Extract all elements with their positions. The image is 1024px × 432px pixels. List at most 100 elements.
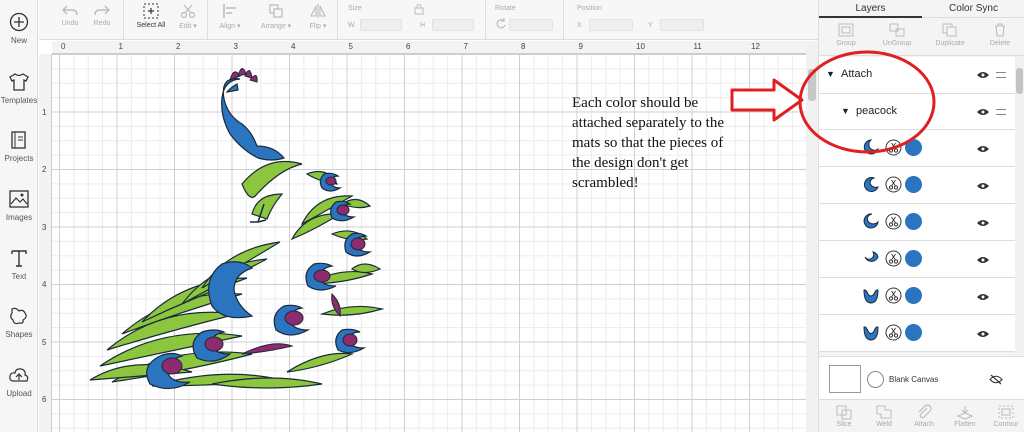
eye-icon[interactable]: [977, 256, 989, 264]
sidebar-item-new[interactable]: New: [0, 12, 38, 45]
layer-color-swatch[interactable]: [905, 324, 922, 341]
sidebar-item-images[interactable]: Images: [0, 189, 38, 222]
layer-color-swatch[interactable]: [905, 287, 922, 304]
ruler-top-label: 10: [636, 42, 645, 51]
layer-shape-thumbnail: [864, 251, 879, 262]
lock-icon[interactable]: [413, 3, 425, 15]
panel-scrollbar[interactable]: [1015, 56, 1024, 356]
tab-color-sync[interactable]: Color Sync: [922, 0, 1024, 18]
edit-button[interactable]: Edit ▾: [174, 2, 202, 30]
projects-icon: [11, 131, 26, 149]
chevron-down-icon: ▾: [237, 23, 241, 30]
cut-operation-icon[interactable]: [885, 324, 902, 341]
ungroup-icon: [889, 23, 905, 37]
flip-button[interactable]: Flip ▾: [304, 2, 332, 30]
eye-icon[interactable]: [977, 71, 989, 79]
redo-button[interactable]: Redo: [89, 2, 115, 27]
undo-button[interactable]: Undo: [57, 2, 83, 27]
ungroup-label: UnGroup: [882, 40, 912, 47]
canvas-color-picker[interactable]: [867, 371, 884, 388]
eye-icon[interactable]: [977, 145, 989, 153]
drag-handle-icon[interactable]: [996, 109, 1006, 115]
layer-row[interactable]: [819, 204, 1015, 241]
contour-button[interactable]: Contour: [989, 404, 1023, 428]
canvas-swatch[interactable]: [829, 365, 861, 393]
rotate-input[interactable]: [509, 19, 553, 31]
chevron-down-icon: ▾: [193, 23, 197, 30]
image-icon: [9, 190, 29, 208]
eye-icon[interactable]: [977, 293, 989, 301]
sidebar-item-templates[interactable]: Templates: [0, 72, 38, 105]
eye-icon[interactable]: [977, 108, 989, 116]
ruler-top-label: 8: [521, 42, 526, 51]
layer-row[interactable]: [819, 167, 1015, 204]
drag-handle-icon[interactable]: [996, 72, 1006, 78]
y-input[interactable]: [660, 19, 704, 31]
toolbar-separator: [123, 0, 124, 40]
plus-circle-icon: [9, 12, 29, 32]
width-input[interactable]: [360, 19, 402, 31]
ruler-top-label: 7: [463, 42, 468, 51]
weld-icon: [876, 405, 892, 419]
group-button[interactable]: Group: [829, 22, 863, 47]
sidebar-label-new: New: [10, 36, 27, 45]
slice-button[interactable]: Slice: [829, 404, 859, 428]
arrange-label: Arrange: [260, 23, 286, 30]
layer-color-swatch[interactable]: [905, 213, 922, 230]
x-input[interactable]: [589, 19, 633, 31]
arrange-button[interactable]: Arrange ▾: [254, 2, 298, 30]
eye-icon[interactable]: [977, 330, 989, 338]
rotate-label: Rotate: [495, 5, 516, 12]
undo-label: Undo: [61, 20, 79, 27]
cut-operation-icon[interactable]: [885, 287, 902, 304]
scissors-icon: [180, 4, 196, 19]
delete-button[interactable]: Delete: [983, 22, 1017, 47]
layer-row[interactable]: [819, 315, 1015, 352]
redo-label: Redo: [93, 20, 111, 27]
ungroup-button[interactable]: UnGroup: [877, 22, 917, 47]
blank-canvas-row[interactable]: Blank Canvas: [819, 356, 1024, 400]
panel-tabs: Layers Color Sync: [819, 0, 1024, 18]
sidebar-label-text: Text: [11, 272, 27, 281]
scrollbar-thumb[interactable]: [1016, 68, 1023, 94]
duplicate-button[interactable]: Duplicate: [929, 22, 971, 47]
layer-row[interactable]: [819, 278, 1015, 315]
blank-canvas-label: Blank Canvas: [889, 375, 939, 384]
cut-operation-icon[interactable]: [885, 213, 902, 230]
flip-label: Flip: [309, 23, 321, 30]
sidebar-item-shapes[interactable]: Shapes: [0, 306, 38, 339]
tab-layers[interactable]: Layers: [819, 0, 922, 18]
ruler-top-label: 9: [578, 42, 583, 51]
layer-row[interactable]: [819, 241, 1015, 278]
ruler-top-label: 1: [118, 42, 123, 51]
layer-color-swatch[interactable]: [905, 250, 922, 267]
bottom-tools: Slice Weld Attach Flatten Contour: [819, 400, 1024, 432]
sidebar-label-shapes: Shapes: [5, 330, 33, 339]
eye-hidden-icon[interactable]: [989, 374, 1003, 385]
weld-button[interactable]: Weld: [869, 404, 899, 428]
layer-color-swatch[interactable]: [905, 176, 922, 193]
eye-icon[interactable]: [977, 219, 989, 227]
ruler-top-label: 2: [176, 42, 181, 51]
sidebar-item-text[interactable]: Text: [0, 248, 38, 281]
toolbar-separator: [563, 0, 564, 40]
align-button[interactable]: Align ▾: [215, 2, 245, 30]
flatten-button[interactable]: Flatten: [949, 404, 981, 428]
ruler-top-label: 11: [693, 42, 702, 51]
duplicate-icon: [942, 23, 957, 37]
eye-icon[interactable]: [977, 182, 989, 190]
cut-operation-icon[interactable]: [885, 250, 902, 267]
layer-shape-thumbnail: [863, 289, 879, 304]
x-label: X: [577, 22, 582, 29]
ruler-top-label: 5: [348, 42, 353, 51]
layer-shape-thumbnail: [863, 177, 879, 193]
cut-operation-icon[interactable]: [885, 176, 902, 193]
attach-button[interactable]: Attach: [909, 404, 939, 428]
cloud-upload-icon: [9, 368, 29, 382]
sidebar-item-upload[interactable]: Upload: [0, 365, 38, 398]
height-input[interactable]: [432, 19, 474, 31]
sidebar-item-projects[interactable]: Projects: [0, 130, 38, 163]
select-all-button[interactable]: Select All: [131, 2, 171, 29]
arrange-icon: [269, 4, 283, 18]
flatten-icon: [956, 406, 974, 420]
